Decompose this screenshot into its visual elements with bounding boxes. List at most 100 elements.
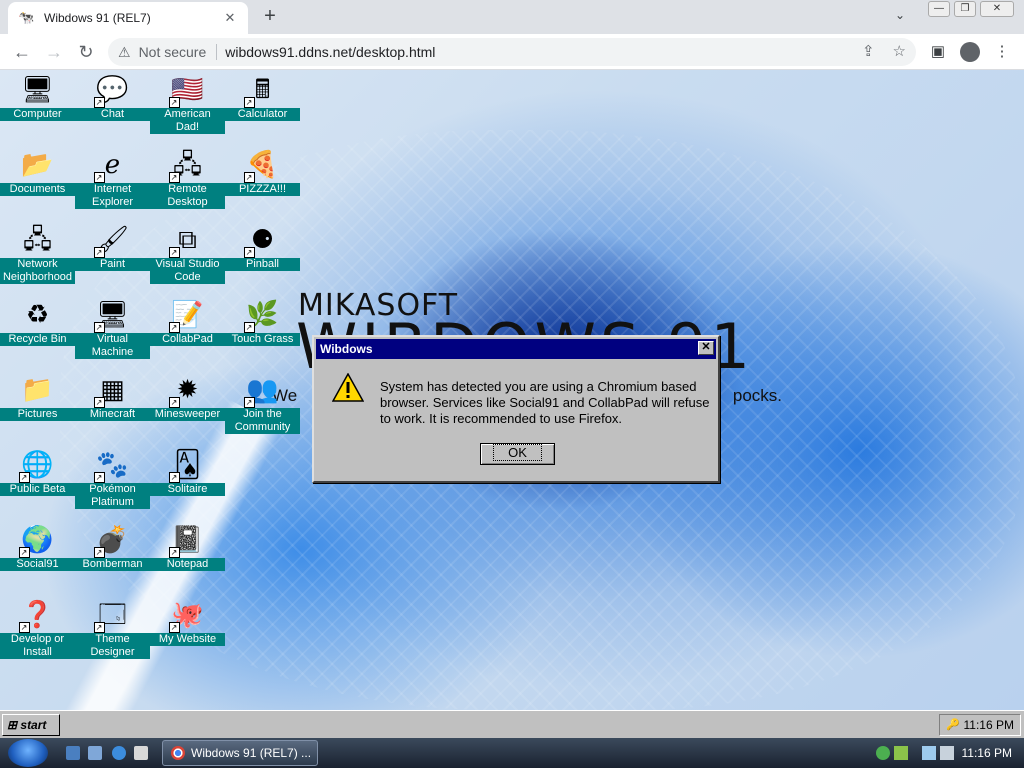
desktop-icon-pok-mon-platinum[interactable]: 🐾 ↗ Pokémon Platinum bbox=[75, 447, 150, 509]
desktop-icon-pizzza[interactable]: 🍕 ↗ PIZZZA!!! bbox=[225, 147, 300, 196]
chrome-icon bbox=[171, 746, 185, 760]
browser-toolbar: ← → ↻ ⚠ Not secure wibdows91.ddns.net/de… bbox=[0, 34, 1024, 70]
desktop-icon-chat[interactable]: 💬 ↗ Chat bbox=[75, 72, 150, 121]
back-button[interactable]: ← bbox=[10, 40, 34, 64]
desktop-icon-develop-or-install[interactable]: ❓ ↗ Develop or Install bbox=[0, 597, 75, 659]
computer-icon: 🖥 bbox=[20, 74, 54, 104]
wibdows-tray: 🔑 11:16 PM bbox=[939, 714, 1021, 736]
desktop-icon-computer[interactable]: 🖥 Computer bbox=[0, 72, 75, 121]
tab-close-icon[interactable]: ✕ bbox=[222, 10, 238, 26]
desktop-icon-virtual-machine[interactable]: 🖥 ↗ Virtual Machine bbox=[75, 297, 150, 359]
internet-explorer-icon: ℯ ↗ bbox=[93, 147, 130, 183]
people-tray-icon[interactable] bbox=[876, 746, 890, 760]
desktop-icon-network-neighborhood[interactable]: 🖧 Network Neighborhood bbox=[0, 222, 75, 284]
switch-windows-icon[interactable] bbox=[88, 746, 102, 760]
dialog-close-button[interactable]: ✕ bbox=[698, 341, 714, 355]
desktop-icon-label: Pinball bbox=[225, 258, 300, 271]
social91-icon: 🌍 ↗ bbox=[18, 522, 55, 558]
address-bar[interactable]: ⚠ Not secure wibdows91.ddns.net/desktop.… bbox=[108, 38, 916, 66]
desktop-icon-label: Social91 bbox=[0, 558, 75, 571]
desktop-icon-label: Minecraft bbox=[75, 408, 150, 421]
internet-explorer-icon[interactable] bbox=[112, 746, 126, 760]
taskbar-app-label: Wibdows 91 (REL7) ... bbox=[191, 746, 312, 760]
menu-kebab-icon[interactable]: ⋮ bbox=[992, 42, 1012, 62]
url-text[interactable]: wibdows91.ddns.net/desktop.html bbox=[225, 44, 435, 60]
desktop-icon-theme-designer[interactable]: 🗔 ↗ Theme Designer bbox=[75, 597, 150, 659]
window-close-button[interactable]: ✕ bbox=[980, 1, 1014, 17]
monitor-tray-icon[interactable] bbox=[922, 746, 936, 760]
shortcut-arrow-icon: ↗ bbox=[243, 322, 255, 333]
desktop-icon-minesweeper[interactable]: ✹ ↗ Minesweeper bbox=[150, 372, 225, 421]
desktop-icon-bomberman[interactable]: 💣 ↗ Bomberman bbox=[75, 522, 150, 571]
desktop-icon-label: Minesweeper bbox=[150, 408, 225, 421]
desktop-icon-social91[interactable]: 🌍 ↗ Social91 bbox=[0, 522, 75, 571]
desktop-icon-collabpad[interactable]: 📝 ↗ CollabPad bbox=[150, 297, 225, 346]
taskbar-app-button[interactable]: Wibdows 91 (REL7) ... bbox=[162, 740, 318, 766]
key-icon[interactable]: 🔑 bbox=[946, 715, 960, 735]
desktop-icon-remote-desktop[interactable]: 🖧 ↗ Remote Desktop bbox=[150, 147, 225, 209]
solitaire-icon: 🂡 ↗ bbox=[168, 447, 205, 483]
warning-icon[interactable]: ⚠ bbox=[118, 44, 131, 61]
minimize-button[interactable]: — bbox=[928, 1, 950, 17]
network-neighborhood-icon: 🖧 bbox=[23, 224, 52, 254]
omnibox-divider bbox=[216, 44, 218, 60]
desktop-icon-touch-grass[interactable]: 🌿 ↗ Touch Grass bbox=[225, 297, 300, 346]
os-clock[interactable]: 11:16 PM bbox=[962, 746, 1012, 760]
desktop-icon-calculator[interactable]: 🖩 ↗ Calculator bbox=[225, 72, 300, 121]
pictures-icon: 📁 bbox=[21, 374, 54, 404]
wibdows-clock[interactable]: 11:16 PM bbox=[964, 718, 1014, 732]
develop-or-install-icon: ❓ ↗ bbox=[18, 597, 55, 633]
new-tab-button[interactable]: + bbox=[258, 6, 282, 28]
desktop-icon-label: Solitaire bbox=[150, 483, 225, 496]
desktop-icon-recycle-bin[interactable]: ♻ Recycle Bin bbox=[0, 297, 75, 346]
bomberman-icon: 💣 ↗ bbox=[93, 522, 130, 558]
share-icon[interactable]: ⇪ bbox=[862, 42, 875, 60]
shortcut-arrow-icon: ↗ bbox=[93, 547, 105, 558]
desktop-icon-american-dad[interactable]: 🇺🇸 ↗ American Dad! bbox=[150, 72, 225, 134]
dialog-message: System has detected you are using a Chro… bbox=[380, 379, 710, 426]
tab-title: Wibdows 91 (REL7) bbox=[44, 11, 151, 25]
desktop-icon-label: CollabPad bbox=[150, 333, 225, 346]
site-favicon-icon: 🐄 bbox=[18, 10, 35, 25]
desktop-icon-join-the-community[interactable]: 👥 ↗ Join the Community bbox=[225, 372, 300, 434]
desktop-icon-notepad[interactable]: 📓 ↗ Notepad bbox=[150, 522, 225, 571]
volume-muted-icon[interactable] bbox=[940, 746, 954, 760]
dialog-titlebar[interactable]: Wibdows ✕ bbox=[316, 339, 716, 359]
shortcut-arrow-icon: ↗ bbox=[18, 472, 30, 483]
show-desktop-icon[interactable] bbox=[66, 746, 80, 760]
desktop-icon-minecraft[interactable]: ▦ ↗ Minecraft bbox=[75, 372, 150, 421]
network-tray-icon[interactable] bbox=[894, 746, 908, 760]
desktop-icon-documents[interactable]: 📂 Documents bbox=[0, 147, 75, 196]
desktop-icon-label: Network Neighborhood bbox=[0, 258, 75, 284]
windows-start-orb-icon[interactable] bbox=[8, 739, 48, 767]
desktop-icon-paint[interactable]: 🖌 ↗ Paint bbox=[75, 222, 150, 271]
bookmark-star-icon[interactable]: ☆ bbox=[893, 42, 906, 60]
shortcut-arrow-icon: ↗ bbox=[18, 622, 30, 633]
quicklaunch-app-icon[interactable] bbox=[134, 746, 148, 760]
side-panel-icon[interactable]: ▣ bbox=[928, 42, 948, 62]
desktop-icon-label: Notepad bbox=[150, 558, 225, 571]
forward-button[interactable]: → bbox=[42, 40, 66, 64]
shortcut-arrow-icon: ↗ bbox=[93, 622, 105, 633]
tab-search-chevron-icon[interactable]: ⌄ bbox=[895, 8, 905, 22]
dialog-title: Wibdows bbox=[320, 342, 373, 356]
alert-dialog: Wibdows ✕ System has detected you are us… bbox=[312, 335, 720, 483]
start-button[interactable]: ⊞ start bbox=[2, 714, 60, 736]
documents-icon: 📂 bbox=[21, 149, 54, 179]
collabpad-icon: 📝 ↗ bbox=[168, 297, 205, 333]
desktop-icon-internet-explorer[interactable]: ℯ ↗ Internet Explorer bbox=[75, 147, 150, 209]
desktop-icon-pinball[interactable]: ⚈ ↗ Pinball bbox=[225, 222, 300, 271]
reload-button[interactable]: ↻ bbox=[74, 40, 98, 64]
desktop-icon-public-beta[interactable]: 🌐 ↗ Public Beta bbox=[0, 447, 75, 496]
desktop-icon-solitaire[interactable]: 🂡 ↗ Solitaire bbox=[150, 447, 225, 496]
shortcut-arrow-icon: ↗ bbox=[93, 97, 105, 108]
shortcut-arrow-icon: ↗ bbox=[243, 397, 255, 408]
desktop-icon-pictures[interactable]: 📁 Pictures bbox=[0, 372, 75, 421]
browser-tab[interactable]: 🐄 Wibdows 91 (REL7) ✕ bbox=[8, 2, 248, 34]
desktop-icon-my-website[interactable]: 🐙 ↗ My Website bbox=[150, 597, 225, 646]
profile-avatar-icon[interactable] bbox=[960, 42, 980, 62]
minesweeper-icon: ✹ ↗ bbox=[168, 372, 205, 408]
restore-button[interactable]: ❐ bbox=[954, 1, 976, 17]
ok-button[interactable]: OK bbox=[480, 443, 555, 465]
desktop-icon-visual-studio-code[interactable]: ⧉ ↗ Visual Studio Code bbox=[150, 222, 225, 284]
